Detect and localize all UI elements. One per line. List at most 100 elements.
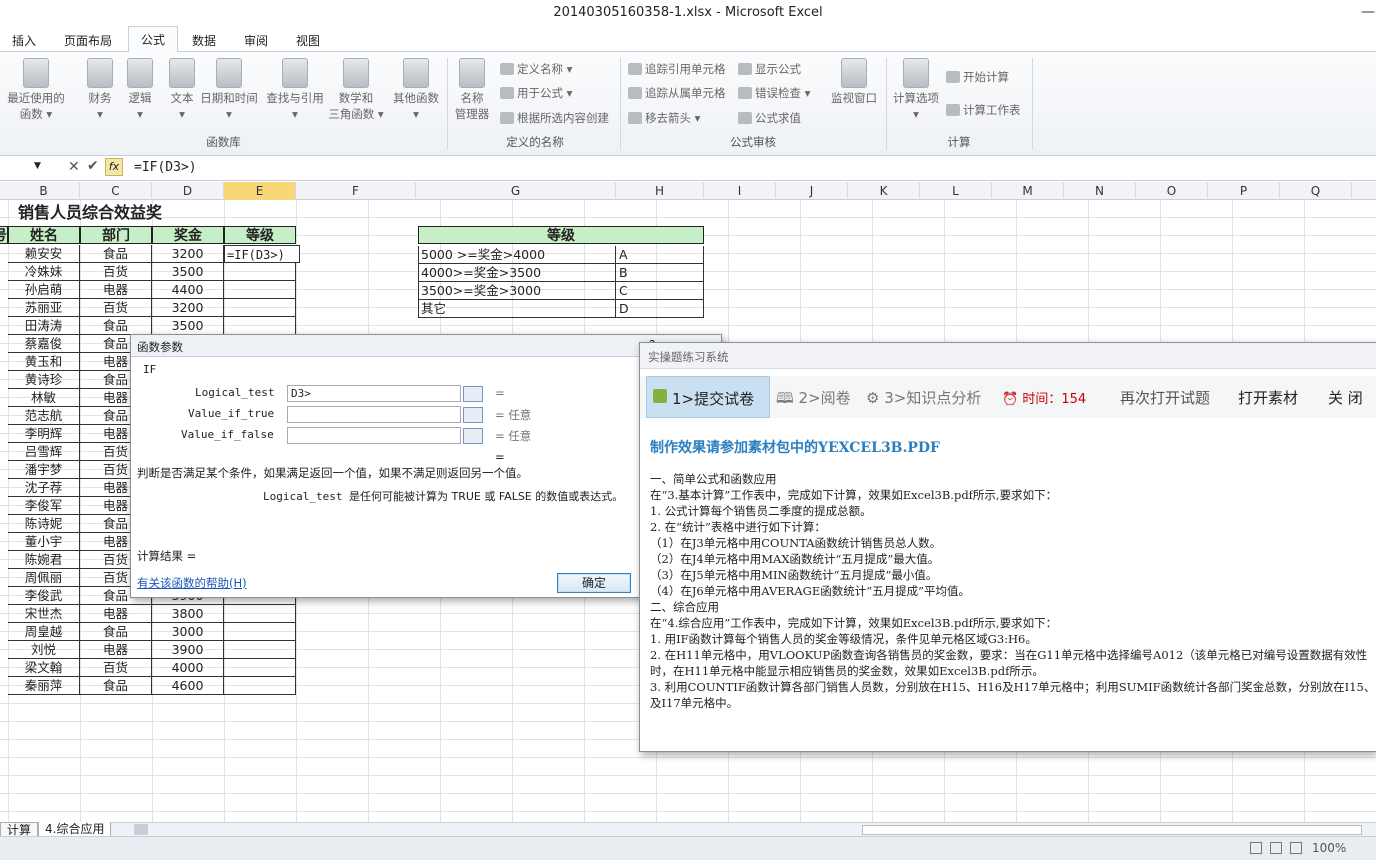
- column-header-n[interactable]: N: [1064, 182, 1136, 200]
- calc-options-button[interactable]: 计算选项 ▾: [888, 58, 944, 122]
- formula-input[interactable]: =IF(D3>): [134, 160, 197, 175]
- argument-input[interactable]: [287, 427, 461, 444]
- use-in-formula-button[interactable]: 用于公式 ▾: [500, 84, 572, 102]
- argument-name: Logical_test: [263, 490, 343, 503]
- zoom-level[interactable]: 100%: [1312, 841, 1346, 855]
- table-cell: 电器: [80, 605, 152, 623]
- function-help-link[interactable]: 有关该函数的帮助(H): [137, 575, 247, 591]
- column-header-d[interactable]: D: [152, 182, 224, 200]
- grade-cell[interactable]: [224, 281, 296, 299]
- column-header-g[interactable]: G: [416, 182, 616, 200]
- group-label-calc: 计算: [947, 135, 971, 149]
- cancel-icon[interactable]: ✕: [68, 159, 80, 175]
- grade-cell[interactable]: [224, 659, 296, 677]
- collapse-dialog-icon[interactable]: [463, 407, 483, 423]
- calculate-now-icon: [946, 71, 960, 83]
- column-header-h[interactable]: H: [616, 182, 704, 200]
- grade-cell[interactable]: [224, 677, 296, 695]
- new-sheet-icon[interactable]: [134, 824, 148, 835]
- tab-insert[interactable]: 插入: [0, 30, 48, 52]
- column-header-p[interactable]: P: [1208, 182, 1280, 200]
- instruction-line: （1）在J3单元格中用COUNTA函数统计销售员总人数。: [650, 536, 942, 550]
- tab-view[interactable]: 视图: [284, 30, 332, 52]
- remove-arrows-button[interactable]: 移去箭头 ▾: [628, 109, 700, 127]
- instruction-line: 1. 公式计算每个销售员二季度的提成总额。: [650, 504, 872, 518]
- grade-letter: C: [616, 282, 704, 300]
- reopen-exam-button[interactable]: 再次打开试题: [1120, 387, 1210, 408]
- show-formulas-button[interactable]: 显示公式: [738, 60, 801, 78]
- function-category-icon: [282, 58, 308, 88]
- knowledge-analysis-tab[interactable]: ⚙ 3>知识点分析: [866, 387, 981, 408]
- trace-precedents-button[interactable]: 追踪引用单元格: [628, 60, 726, 78]
- collapse-dialog-icon[interactable]: [463, 386, 483, 402]
- column-header-b[interactable]: B: [8, 182, 80, 200]
- calculate-now-button[interactable]: 开始计算: [946, 68, 1009, 86]
- minimize-button[interactable]: —: [1345, 0, 1376, 26]
- column-header-q[interactable]: Q: [1280, 182, 1352, 200]
- grade-exam-tab[interactable]: 🕮 2>阅卷: [776, 387, 851, 413]
- formula-result-eq: =: [495, 450, 505, 464]
- watch-window-button[interactable]: 监视窗口: [826, 58, 882, 106]
- evaluate-formula-icon: [738, 112, 752, 124]
- tab-review[interactable]: 审阅: [232, 30, 280, 52]
- grade-cell[interactable]: [224, 263, 296, 281]
- name-box-dropdown-icon[interactable]: ▼: [34, 161, 41, 171]
- function-category-icon: [23, 58, 49, 88]
- instruction-line: （3）在J5单元格中用MIN函数统计“五月提成”最小值。: [650, 568, 938, 582]
- table-cell: 3200: [152, 245, 224, 263]
- create-from-selection-button[interactable]: 根据所选内容创建: [500, 109, 609, 127]
- function-category-button[interactable]: 最近使用的 函数 ▾: [4, 58, 68, 122]
- error-checking-button[interactable]: 错误检查 ▾: [738, 84, 810, 102]
- column-header-k[interactable]: K: [848, 182, 920, 200]
- grade-cell[interactable]: [224, 605, 296, 623]
- close-button[interactable]: 关 闭: [1328, 387, 1363, 408]
- grade-rule: 3500>=奖金>3000: [418, 282, 616, 300]
- trace-dependents-button[interactable]: 追踪从属单元格: [628, 84, 726, 102]
- argument-input[interactable]: D3>: [287, 385, 461, 402]
- column-header-c[interactable]: C: [80, 182, 152, 200]
- grade-letter: B: [616, 264, 704, 282]
- define-name-button[interactable]: 定义名称 ▾: [500, 60, 572, 78]
- grade-cell[interactable]: [224, 317, 296, 335]
- collapse-dialog-icon[interactable]: [463, 428, 483, 444]
- argument-result: = 任意: [495, 429, 532, 443]
- create-from-selection-icon: [500, 112, 514, 124]
- tab-data[interactable]: 数据: [180, 30, 228, 52]
- ok-button[interactable]: 确定: [557, 573, 631, 593]
- insert-function-icon[interactable]: fx: [105, 158, 123, 176]
- column-header-i[interactable]: I: [704, 182, 776, 200]
- calculate-sheet-button[interactable]: 计算工作表: [946, 101, 1021, 119]
- trace-precedents-icon: [628, 63, 642, 75]
- submit-exam-tab[interactable]: 1>提交试卷: [646, 376, 770, 418]
- grade-cell[interactable]: [224, 641, 296, 659]
- function-category-button[interactable]: 日期和时间 ▾: [196, 58, 262, 122]
- function-category-button[interactable]: 其他函数 ▾: [388, 58, 444, 122]
- column-header-e[interactable]: E: [224, 182, 296, 200]
- argument-label: Logical_test: [195, 386, 275, 399]
- sheet-tab-bar: 计算 4.综合应用: [0, 822, 1376, 838]
- enter-icon[interactable]: ✔: [87, 158, 99, 174]
- column-header-o[interactable]: O: [1136, 182, 1208, 200]
- active-cell[interactable]: =IF(D3>): [224, 245, 300, 263]
- column-header-l[interactable]: L: [920, 182, 992, 200]
- name-manager-button[interactable]: 名称 管理器: [450, 58, 494, 122]
- tab-formulas[interactable]: 公式: [128, 26, 179, 53]
- horizontal-scrollbar[interactable]: [862, 825, 1362, 835]
- evaluate-formula-button[interactable]: 公式求值: [738, 109, 801, 127]
- page-break-view-icon[interactable]: [1290, 842, 1302, 854]
- column-header-j[interactable]: J: [776, 182, 848, 200]
- function-category-button[interactable]: 查找与引用 ▾: [262, 58, 328, 122]
- grade-cell[interactable]: [224, 623, 296, 641]
- grade-cell[interactable]: [224, 299, 296, 317]
- normal-view-icon[interactable]: [1250, 842, 1262, 854]
- open-material-button[interactable]: 打开素材: [1238, 387, 1298, 408]
- function-category-button[interactable]: 数学和 三角函数 ▾: [328, 58, 384, 122]
- argument-input[interactable]: [287, 406, 461, 423]
- tab-page-layout[interactable]: 页面布局: [52, 30, 124, 52]
- define-name-icon: [500, 63, 514, 75]
- page-layout-view-icon[interactable]: [1270, 842, 1282, 854]
- sheet-title: 销售人员综合效益奖: [18, 203, 163, 222]
- column-header-m[interactable]: M: [992, 182, 1064, 200]
- table-cell: 3000: [152, 623, 224, 641]
- column-header-f[interactable]: F: [296, 182, 416, 200]
